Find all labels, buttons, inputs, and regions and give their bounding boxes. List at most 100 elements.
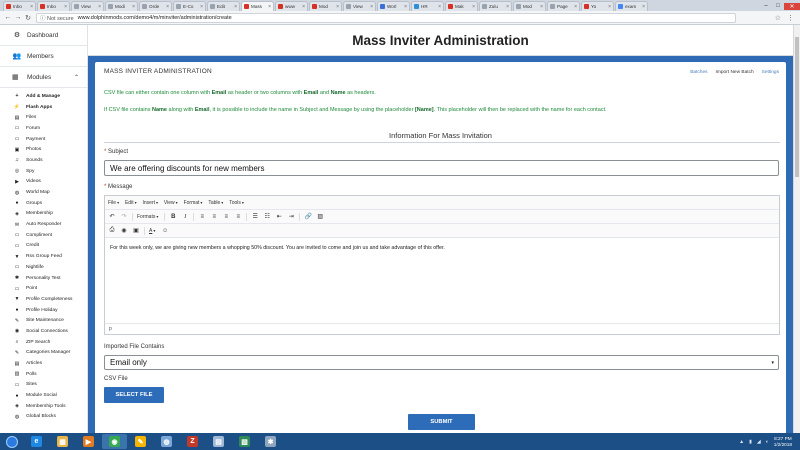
- sidebar-item-compliment[interactable]: ▭ Compliment: [0, 230, 87, 241]
- sidebar-item-groups[interactable]: ● Groups: [0, 198, 87, 209]
- browser-tab[interactable]: www ×: [275, 1, 308, 11]
- tab-close-icon[interactable]: ×: [438, 4, 441, 10]
- browser-tab[interactable]: Inbo ×: [37, 1, 70, 11]
- sidebar-item-forum[interactable]: ▭ Forum: [0, 123, 87, 134]
- sidebar-item-nightlife[interactable]: ▭ Nightlife: [0, 262, 87, 273]
- sidebar-item-sites[interactable]: ▭ Sites: [0, 380, 87, 391]
- browser-tab[interactable]: Orde ×: [139, 1, 172, 11]
- browser-tab[interactable]: Mass ×: [241, 1, 274, 11]
- sidebar-item-world-map[interactable]: ◍ World Map: [0, 187, 87, 198]
- indent-icon[interactable]: ⇥: [287, 213, 295, 220]
- tab-close-icon[interactable]: ×: [404, 4, 407, 10]
- sidebar-modules-toggle[interactable]: ▦ Modules ⌃: [0, 67, 87, 88]
- taskbar-app-app[interactable]: ◍: [154, 434, 179, 449]
- outdent-icon[interactable]: ⇤: [275, 213, 283, 220]
- sidebar-item-social-connections[interactable]: ◉ Social Connections: [0, 326, 87, 337]
- sidebar-item-zip-search[interactable]: ⌕ ZIP Search: [0, 337, 87, 348]
- browser-tab[interactable]: Mod ×: [513, 1, 546, 11]
- editor-content[interactable]: For this week only, we are giving new me…: [105, 239, 779, 325]
- browser-tab[interactable]: View ×: [71, 1, 104, 11]
- sidebar-item-profile-holiday[interactable]: ● Profile Holiday: [0, 305, 87, 316]
- tab-close-icon[interactable]: ×: [302, 4, 305, 10]
- sidebar-item-auto-responder[interactable]: ✉ Auto Responder: [0, 219, 87, 230]
- tab-close-icon[interactable]: ×: [200, 4, 203, 10]
- browser-tab[interactable]: Edit ×: [207, 1, 240, 11]
- sidebar-item-sounds[interactable]: ♫ Sounds: [0, 155, 87, 166]
- editor-menu-format[interactable]: Format ▾: [184, 200, 203, 206]
- batches-link[interactable]: Batches: [690, 70, 707, 75]
- align-right-icon[interactable]: ≡: [222, 214, 230, 220]
- taskbar-app-paint[interactable]: ✎: [128, 434, 153, 449]
- tray-icon[interactable]: ▲: [739, 439, 744, 445]
- sidebar-item-videos[interactable]: ▶ Videos: [0, 177, 87, 188]
- image-icon[interactable]: ▨: [316, 213, 324, 220]
- page-scrollbar[interactable]: [793, 25, 800, 433]
- italic-icon[interactable]: I: [181, 214, 189, 220]
- bullet-list-icon[interactable]: ☰: [251, 213, 259, 220]
- tray-icon[interactable]: ◐: [766, 439, 769, 445]
- submit-button[interactable]: SUBMIT: [408, 414, 475, 430]
- taskbar-app-solitaire[interactable]: ▧: [232, 434, 257, 449]
- taskbar-app-chrome[interactable]: ◉: [102, 434, 127, 449]
- taskbar-app-notepad[interactable]: ▤: [206, 434, 231, 449]
- tab-close-icon[interactable]: ×: [98, 4, 101, 10]
- browser-tab[interactable]: E-Co ×: [173, 1, 206, 11]
- sidebar-item-articles[interactable]: ▤ Articles: [0, 358, 87, 369]
- tab-close-icon[interactable]: ×: [268, 4, 271, 10]
- browser-tab[interactable]: Inbo ×: [3, 1, 36, 11]
- browser-tab[interactable]: Zulu ×: [479, 1, 512, 11]
- tab-close-icon[interactable]: ×: [472, 4, 475, 10]
- tray-icon[interactable]: ◢: [757, 439, 761, 445]
- sidebar-item-spy[interactable]: ◎ Spy: [0, 166, 87, 177]
- sidebar-item-photos[interactable]: ▣ Photos: [0, 144, 87, 155]
- preview-icon[interactable]: ◉: [120, 227, 128, 234]
- browser-tab[interactable]: View ×: [343, 1, 376, 11]
- redo-icon[interactable]: ↷: [120, 213, 128, 220]
- sidebar-item-membership-tools[interactable]: ◈ Membership Tools: [0, 401, 87, 412]
- editor-menu-edit[interactable]: Edit ▾: [125, 200, 137, 206]
- browser-menu-icon[interactable]: ⋮: [787, 14, 794, 22]
- taskbar-app-media-player[interactable]: ▶: [76, 434, 101, 449]
- sidebar-item-files[interactable]: ▤ Files: [0, 112, 87, 123]
- tab-close-icon[interactable]: ×: [506, 4, 509, 10]
- browser-tab[interactable]: Yo ×: [581, 1, 614, 11]
- browser-tab[interactable]: Worl ×: [377, 1, 410, 11]
- media-icon[interactable]: ▣: [132, 227, 140, 234]
- sidebar-item-profile-completeness[interactable]: ▼ Profile Completeness: [0, 294, 87, 305]
- sidebar-item-site-maintenance[interactable]: ✎ Site Maintenance: [0, 315, 87, 326]
- browser-tab[interactable]: Page ×: [547, 1, 580, 11]
- tab-close-icon[interactable]: ×: [336, 4, 339, 10]
- bookmark-star-icon[interactable]: ☆: [775, 14, 781, 22]
- back-button[interactable]: ←: [3, 14, 13, 21]
- sidebar-item-add-manage[interactable]: + Add & Manage: [0, 91, 87, 102]
- settings-link[interactable]: Settings: [762, 70, 779, 75]
- undo-icon[interactable]: ↶: [108, 213, 116, 220]
- minimize-button[interactable]: –: [760, 3, 772, 9]
- tab-close-icon[interactable]: ×: [166, 4, 169, 10]
- taskbar-app-explorer[interactable]: ▦: [50, 434, 75, 449]
- tab-close-icon[interactable]: ×: [540, 4, 543, 10]
- browser-tab[interactable]: HR ×: [411, 1, 444, 11]
- link-icon[interactable]: 🔗: [304, 213, 312, 220]
- close-window-button[interactable]: ✕: [784, 2, 800, 10]
- align-center-icon[interactable]: ≡: [210, 214, 218, 220]
- imported-file-select[interactable]: Email only ▾: [104, 355, 779, 370]
- editor-menu-insert[interactable]: Insert ▾: [143, 200, 158, 206]
- not-secure-badge[interactable]: ⓘ Not secure: [40, 14, 74, 22]
- system-clock[interactable]: 8:27 PM 1/2/2018: [774, 436, 792, 448]
- sidebar-item-polls[interactable]: ▥ Polls: [0, 369, 87, 380]
- maximize-button[interactable]: □: [772, 3, 784, 9]
- tab-close-icon[interactable]: ×: [234, 4, 237, 10]
- tray-icon[interactable]: ▮: [749, 439, 752, 445]
- sidebar-item-dashboard[interactable]: ⚙ Dashboard: [0, 25, 87, 46]
- browser-tab[interactable]: exam ×: [615, 1, 648, 11]
- editor-menu-view[interactable]: View ▾: [164, 200, 178, 206]
- browser-tab[interactable]: Modi ×: [105, 1, 138, 11]
- numbered-list-icon[interactable]: ☷: [263, 213, 271, 220]
- url-field[interactable]: ⓘ Not secure www.dolphinmods.com/demo4/m…: [36, 12, 736, 23]
- sidebar-item-personality-test[interactable]: ✱ Personality Test: [0, 273, 87, 284]
- tab-close-icon[interactable]: ×: [608, 4, 611, 10]
- browser-tab[interactable]: Mod ×: [309, 1, 342, 11]
- sidebar-item-module-social[interactable]: ● Module Social: [0, 390, 87, 401]
- sidebar-item-flash-apps[interactable]: ⚡ Flash Apps: [0, 102, 87, 113]
